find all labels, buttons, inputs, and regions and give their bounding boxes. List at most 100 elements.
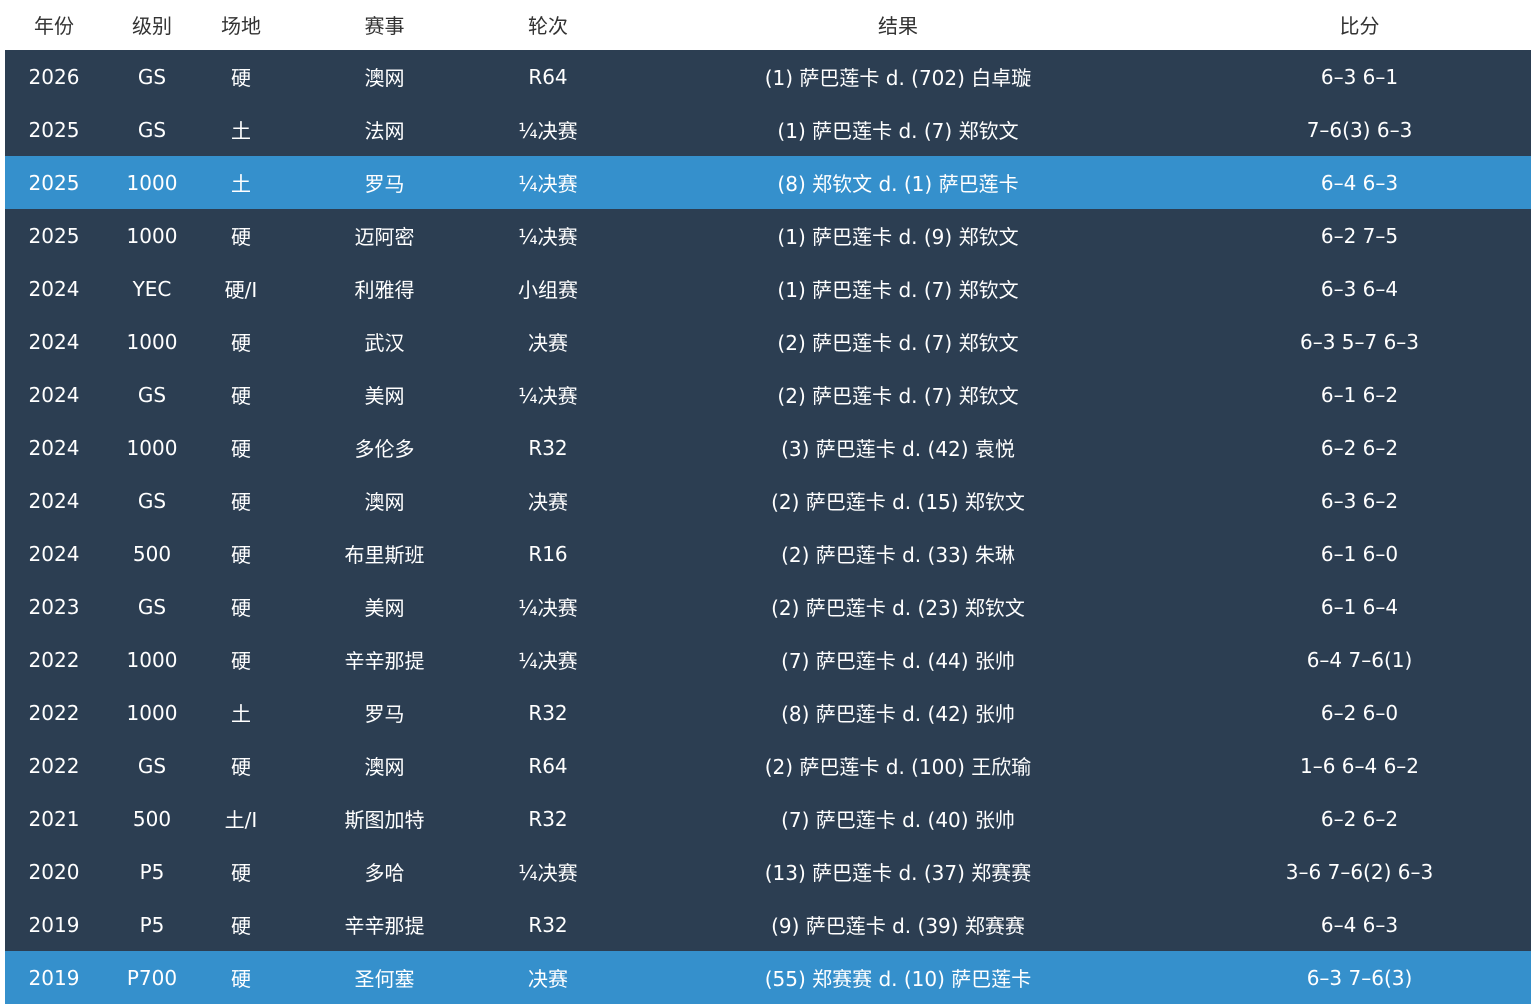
cell-year: 2019 <box>28 965 80 990</box>
cell-year: 2020 <box>28 859 80 884</box>
cell-round: R64 <box>528 64 568 89</box>
table-row[interactable]: 2024 GS 硬 澳网 决赛 (2) 萨巴莲卡 d. (15) 郑钦文 6–3 6–2 <box>5 474 1531 527</box>
header-surface: 场地 <box>221 14 261 38</box>
cell-surface: 硬 <box>231 66 251 90</box>
cell-event: 布里斯班 <box>344 543 425 567</box>
table-row[interactable]: 2022 1000 土 罗马 R32 (8) 萨巴莲卡 d. (42) 张帅 6–2 6–0 <box>5 686 1531 739</box>
table-row[interactable]: 2019 P700 硬 圣何塞 决赛 (55) 郑赛赛 d. (10) 萨巴莲卡 6–3 7… <box>5 951 1531 1004</box>
cell-level: P700 <box>126 965 178 990</box>
cell-score: 6–2 6–0 <box>1320 700 1399 725</box>
cell-surface: 硬 <box>231 596 251 620</box>
cell-score: 6–3 6–1 <box>1320 64 1399 89</box>
cell-level: 1000 <box>126 435 178 460</box>
cell-event: 美网 <box>364 384 405 408</box>
cell-year: 2024 <box>28 382 80 407</box>
cell-round: R16 <box>528 541 568 566</box>
cell-score: 6–2 6–2 <box>1320 806 1399 831</box>
cell-surface: 土 <box>231 119 251 143</box>
cell-round: ¼决赛 <box>518 384 578 408</box>
cell-event: 多哈 <box>364 861 405 885</box>
cell-score: 6–4 7–6(1) <box>1306 647 1413 672</box>
cell-round: R32 <box>528 806 568 831</box>
cell-surface: 硬 <box>231 331 251 355</box>
cell-year: 2026 <box>28 64 80 89</box>
cell-round: ¼决赛 <box>518 596 578 620</box>
cell-surface: 土/I <box>224 808 258 832</box>
table-row[interactable]: 2020 P5 硬 多哈 ¼决赛 (13) 萨巴莲卡 d. (37) 郑赛赛 3–6 7–6… <box>5 845 1531 898</box>
cell-score: 6–1 6–0 <box>1320 541 1399 566</box>
table-row[interactable]: 2025 1000 土 罗马 ¼决赛 (8) 郑钦文 d. (1) 萨巴莲卡 6–4 6–3 <box>5 156 1531 209</box>
cell-level: 1000 <box>126 700 178 725</box>
table-row[interactable]: 2024 YEC 硬/I 利雅得 小组赛 (1) 萨巴莲卡 d. (7) 郑钦文 6–3 6… <box>5 262 1531 315</box>
cell-level: 500 <box>132 541 172 566</box>
cell-level: GS <box>137 117 167 142</box>
cell-round: ¼决赛 <box>518 649 578 673</box>
cell-round: ¼决赛 <box>518 225 578 249</box>
table-row[interactable]: 2024 500 硬 布里斯班 R16 (2) 萨巴莲卡 d. (33) 朱琳 6–1 6–… <box>5 527 1531 580</box>
cell-result: (1) 萨巴莲卡 d. (702) 白卓璇 <box>764 66 1032 90</box>
cell-surface: 土 <box>231 172 251 196</box>
cell-surface: 硬 <box>231 967 251 991</box>
table-row[interactable]: 2024 1000 硬 多伦多 R32 (3) 萨巴莲卡 d. (42) 袁悦 6–2 6–… <box>5 421 1531 474</box>
table-row[interactable]: 2022 GS 硬 澳网 R64 (2) 萨巴莲卡 d. (100) 王欣瑜 1–6 6–4… <box>5 739 1531 792</box>
cell-score: 6–3 6–4 <box>1320 276 1399 301</box>
cell-score: 6–2 7–5 <box>1320 223 1399 248</box>
table-row[interactable]: 2026 GS 硬 澳网 R64 (1) 萨巴莲卡 d. (702) 白卓璇 6–3 6–1 <box>5 50 1531 103</box>
header-round: 轮次 <box>528 14 568 38</box>
cell-year: 2022 <box>28 700 80 725</box>
cell-round: 决赛 <box>528 490 568 514</box>
table-row[interactable]: 2024 1000 硬 武汉 决赛 (2) 萨巴莲卡 d. (7) 郑钦文 6–3 5–7 … <box>5 315 1531 368</box>
cell-year: 2025 <box>28 223 80 248</box>
cell-result: (8) 郑钦文 d. (1) 萨巴莲卡 <box>777 172 1019 196</box>
cell-event: 辛辛那提 <box>344 914 425 938</box>
cell-result: (2) 萨巴莲卡 d. (15) 郑钦文 <box>771 490 1025 514</box>
cell-event: 澳网 <box>364 66 405 90</box>
table-row[interactable]: 2025 1000 硬 迈阿密 ¼决赛 (1) 萨巴莲卡 d. (9) 郑钦文 6–2 7–… <box>5 209 1531 262</box>
cell-score: 6–4 6–3 <box>1320 912 1399 937</box>
table-row[interactable]: 2024 GS 硬 美网 ¼决赛 (2) 萨巴莲卡 d. (7) 郑钦文 6–1 6–2 <box>5 368 1531 421</box>
cell-score: 6–3 7–6(3) <box>1306 965 1413 990</box>
cell-event: 多伦多 <box>354 437 415 461</box>
cell-level: 500 <box>132 806 172 831</box>
cell-round: R32 <box>528 700 568 725</box>
cell-level: 1000 <box>126 170 178 195</box>
cell-level: P5 <box>139 912 165 937</box>
cell-event: 罗马 <box>364 172 405 196</box>
cell-result: (2) 萨巴莲卡 d. (7) 郑钦文 <box>777 384 1019 408</box>
cell-result: (7) 萨巴莲卡 d. (40) 张帅 <box>781 808 1015 832</box>
cell-surface: 土 <box>231 702 251 726</box>
cell-year: 2024 <box>28 488 80 513</box>
cell-score: 6–1 6–2 <box>1320 382 1399 407</box>
table-row[interactable]: 2023 GS 硬 美网 ¼决赛 (2) 萨巴莲卡 d. (23) 郑钦文 6–1 6–4 <box>5 580 1531 633</box>
cell-level: P5 <box>139 859 165 884</box>
cell-year: 2019 <box>28 912 80 937</box>
cell-event: 武汉 <box>364 331 405 355</box>
cell-result: (2) 萨巴莲卡 d. (23) 郑钦文 <box>771 596 1025 620</box>
cell-result: (2) 萨巴莲卡 d. (33) 朱琳 <box>781 543 1015 567</box>
cell-score: 1–6 6–4 6–2 <box>1299 753 1420 778</box>
table-row[interactable]: 2021 500 土/I 斯图加特 R32 (7) 萨巴莲卡 d. (40) 张帅 6–2 … <box>5 792 1531 845</box>
cell-surface: 硬 <box>231 914 251 938</box>
cell-level: YEC <box>132 276 172 301</box>
cell-surface: 硬 <box>231 861 251 885</box>
cell-result: (3) 萨巴莲卡 d. (42) 袁悦 <box>781 437 1015 461</box>
cell-event: 斯图加特 <box>344 808 425 832</box>
table-row[interactable]: 2022 1000 硬 辛辛那提 ¼决赛 (7) 萨巴莲卡 d. (44) 张帅 6–4 7… <box>5 633 1531 686</box>
cell-round: ¼决赛 <box>518 861 578 885</box>
cell-level: GS <box>137 382 167 407</box>
cell-surface: 硬 <box>231 649 251 673</box>
cell-surface: 硬 <box>231 543 251 567</box>
cell-score: 7–6(3) 6–3 <box>1306 117 1413 142</box>
cell-event: 澳网 <box>364 755 405 779</box>
table-row[interactable]: 2019 P5 硬 辛辛那提 R32 (9) 萨巴莲卡 d. (39) 郑赛赛 6–4 6–… <box>5 898 1531 951</box>
table-row[interactable]: 2025 GS 土 法网 ¼决赛 (1) 萨巴莲卡 d. (7) 郑钦文 7–6(3) 6–… <box>5 103 1531 156</box>
cell-surface: 硬 <box>231 225 251 249</box>
table-header: 年份 级别 场地 赛事 轮次 结果 比分 <box>5 0 1531 50</box>
cell-event: 利雅得 <box>354 278 415 302</box>
cell-round: R64 <box>528 753 568 778</box>
cell-event: 罗马 <box>364 702 405 726</box>
cell-score: 3–6 7–6(2) 6–3 <box>1285 859 1434 884</box>
cell-year: 2024 <box>28 329 80 354</box>
header-score: 比分 <box>1339 14 1380 38</box>
cell-score: 6–2 6–2 <box>1320 435 1399 460</box>
